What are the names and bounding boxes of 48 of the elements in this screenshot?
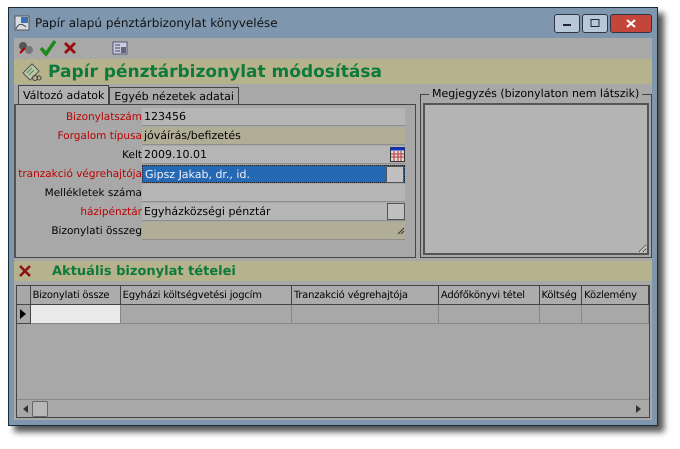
field-label: Bizonylati összeg xyxy=(50,224,142,239)
field-label: Forgalom típusa xyxy=(56,129,142,144)
window-title: Papír alapú pénztárbizonylat könyvelése xyxy=(35,16,279,30)
document-icon xyxy=(20,60,42,82)
tab[interactable]: Egyéb nézetek adatai xyxy=(109,87,239,104)
group-label: Megjegyzés (bizonylaton nem látszik) xyxy=(429,87,642,100)
close-icon xyxy=(626,18,636,28)
input-field[interactable]: 2009.10.01 xyxy=(142,146,405,164)
field-label: Kelt xyxy=(121,148,142,163)
input-field[interactable] xyxy=(142,184,405,202)
tab[interactable]: Változó adatok xyxy=(18,85,110,104)
lookup-button[interactable] xyxy=(386,166,404,182)
horizontal-scrollbar[interactable] xyxy=(17,399,649,417)
input-field[interactable]: Gipsz Jakab, dr., id. xyxy=(142,165,405,183)
maximize-button[interactable] xyxy=(582,14,608,32)
app-icon xyxy=(14,15,30,31)
column-header[interactable]: Egyházi költségvetési jogcím xyxy=(120,286,292,305)
section-title: Aktuális bizonylat tételei xyxy=(52,264,236,278)
close-button[interactable] xyxy=(610,14,652,32)
field-label: Bizonylatszám xyxy=(64,110,142,125)
field-label: házipénztár xyxy=(79,205,142,220)
field-label: Mellékletek száma xyxy=(44,186,142,201)
column-header[interactable]: Közlemény xyxy=(582,286,649,305)
field-label: tranzakció végrehajtója xyxy=(17,167,142,182)
input-field[interactable] xyxy=(142,222,405,240)
column-header[interactable]: Tranzakció végrehajtója xyxy=(292,286,439,305)
cancel-icon[interactable] xyxy=(61,39,79,57)
input-field[interactable]: jóváírás/befizetés xyxy=(142,127,405,145)
input-field[interactable]: 123456 xyxy=(142,108,405,126)
form-title: Papír pénztárbizonylat módosítása xyxy=(48,62,382,82)
resize-icon xyxy=(397,226,405,234)
column-header[interactable]: Költség xyxy=(540,286,582,305)
minimize-button[interactable] xyxy=(554,14,580,32)
table-cell xyxy=(540,305,582,324)
calendar-icon[interactable] xyxy=(390,147,405,162)
maximize-icon xyxy=(590,19,600,27)
form-icon[interactable] xyxy=(111,39,129,57)
lookup-button[interactable] xyxy=(387,203,405,220)
column-header[interactable]: Adófőkönyvi tétel xyxy=(438,286,540,305)
input-field[interactable]: Egyházközségi pénztár xyxy=(142,203,405,221)
scroll-right-icon[interactable] xyxy=(636,404,641,412)
scroll-thumb[interactable] xyxy=(32,400,48,416)
checkmark-icon[interactable] xyxy=(39,39,57,57)
delete-icon[interactable] xyxy=(18,264,32,278)
scroll-left-icon[interactable] xyxy=(23,404,28,412)
tools-icon[interactable] xyxy=(17,39,35,57)
column-header[interactable]: Bizonylati össze xyxy=(30,286,121,305)
table-cell xyxy=(582,305,650,324)
